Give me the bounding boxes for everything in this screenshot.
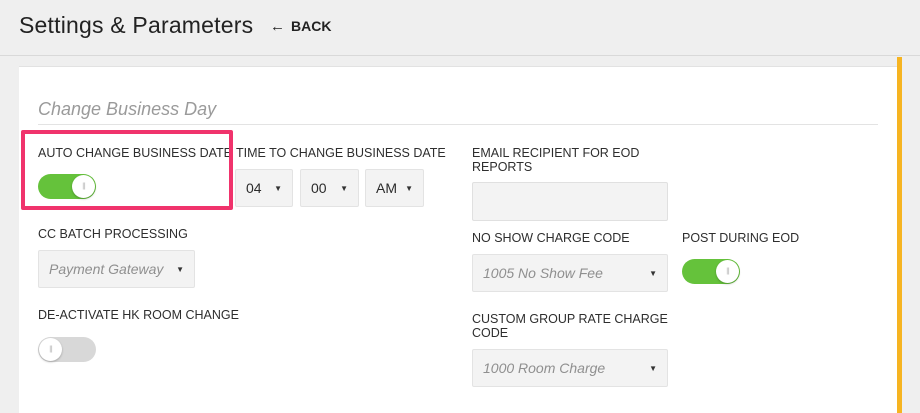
- no-show-value: 1005 No Show Fee: [483, 265, 603, 281]
- minute-value: 00: [311, 180, 327, 196]
- back-label: BACK: [291, 18, 332, 34]
- cc-batch-value: Payment Gateway: [49, 261, 164, 277]
- post-during-eod-toggle[interactable]: |||: [682, 259, 740, 284]
- settings-page: Settings & Parameters ← BACK Change Busi…: [0, 0, 920, 413]
- cc-batch-select[interactable]: Payment Gateway ▼: [38, 250, 195, 288]
- header-divider: [0, 55, 920, 56]
- page-title: Settings & Parameters: [19, 12, 254, 38]
- no-show-select[interactable]: 1005 No Show Fee ▼: [472, 254, 668, 292]
- caret-down-icon: ▼: [405, 183, 413, 193]
- caret-down-icon: ▼: [649, 363, 657, 373]
- deactivate-hk-toggle[interactable]: |||: [38, 337, 96, 362]
- auto-change-toggle[interactable]: |||: [38, 174, 96, 199]
- ampm-value: AM: [376, 180, 397, 196]
- scroll-accent-bar: [897, 57, 902, 413]
- cc-batch-label: CC BATCH PROCESSING: [38, 227, 188, 241]
- section-divider: [38, 124, 878, 125]
- email-recipient-input[interactable]: [472, 182, 668, 221]
- toggle-knob: |||: [72, 175, 95, 198]
- caret-down-icon: ▼: [649, 268, 657, 278]
- minute-select[interactable]: 00 ▼: [300, 169, 359, 207]
- email-recipient-label: EMAIL RECIPIENT FOR EOD REPORTS: [472, 146, 640, 174]
- custom-group-value: 1000 Room Charge: [483, 360, 606, 376]
- ampm-select[interactable]: AM ▼: [365, 169, 424, 207]
- back-button[interactable]: ← BACK: [270, 18, 331, 34]
- hour-select[interactable]: 04 ▼: [235, 169, 293, 207]
- grip-icon: |||: [49, 346, 53, 353]
- arrow-left-icon: ←: [270, 17, 285, 35]
- section-title: Change Business Day: [38, 99, 217, 119]
- grip-icon: |||: [726, 268, 730, 275]
- no-show-label: NO SHOW CHARGE CODE: [472, 231, 630, 245]
- caret-down-icon: ▼: [274, 183, 282, 193]
- deactivate-hk-label: DE-ACTIVATE HK ROOM CHANGE: [38, 308, 239, 322]
- time-to-change-label: TIME TO CHANGE BUSINESS DATE: [236, 146, 446, 160]
- hour-value: 04: [246, 180, 262, 196]
- caret-down-icon: ▼: [340, 183, 348, 193]
- post-during-eod-label: POST DURING EOD: [682, 231, 800, 245]
- custom-group-label: CUSTOM GROUP RATE CHARGE CODE: [472, 312, 668, 340]
- toggle-knob: |||: [39, 338, 62, 361]
- custom-group-select[interactable]: 1000 Room Charge ▼: [472, 349, 668, 387]
- toggle-knob: |||: [716, 260, 739, 283]
- auto-change-label: AUTO CHANGE BUSINESS DATE: [38, 146, 233, 160]
- caret-down-icon: ▼: [176, 264, 184, 274]
- page-header: Settings & Parameters ← BACK: [0, 0, 920, 55]
- grip-icon: |||: [82, 183, 86, 190]
